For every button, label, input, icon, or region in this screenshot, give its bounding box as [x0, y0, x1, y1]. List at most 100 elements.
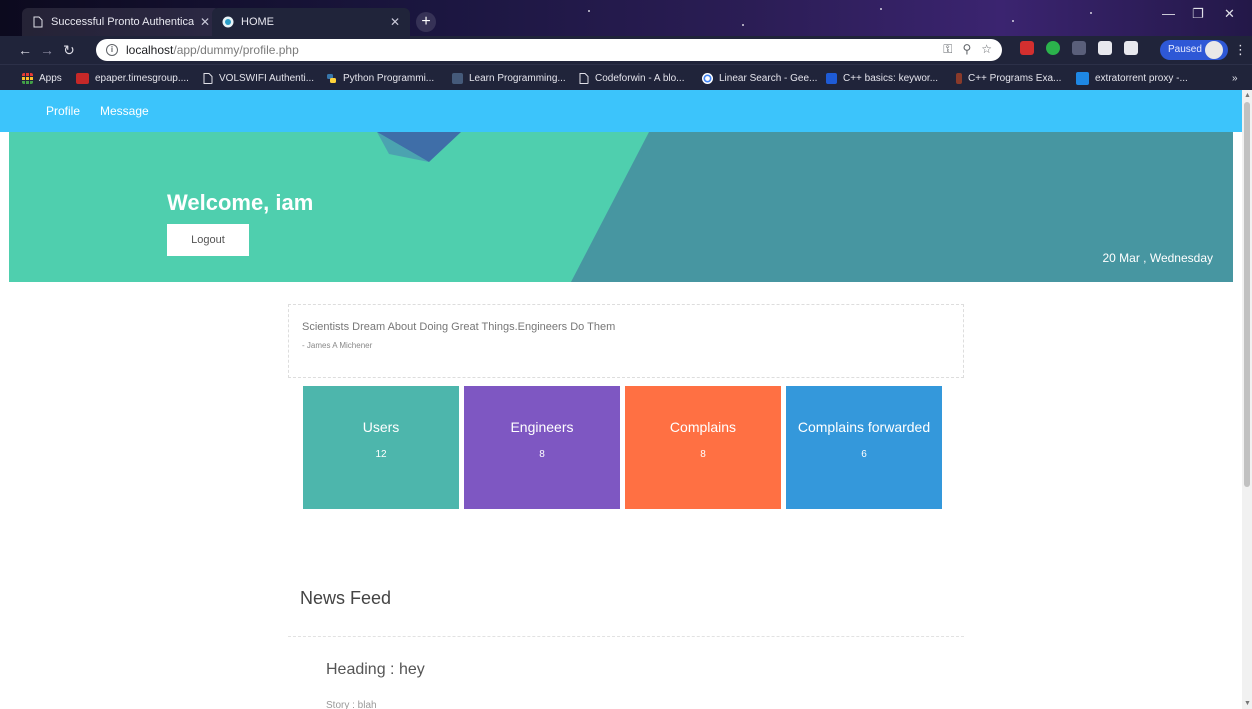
close-tab-icon[interactable]: ✕	[200, 15, 210, 29]
stat-label: Complains	[669, 419, 737, 435]
tab-title: HOME	[241, 16, 274, 28]
bookmark-label: Codeforwin - A blo...	[595, 72, 685, 84]
top-navbar: Profile Message	[0, 90, 1242, 132]
news-item-story: Story : blah	[326, 700, 377, 709]
new-tab-button[interactable]: +	[416, 12, 436, 32]
epaper-icon	[76, 72, 89, 84]
bookmark-label: VOLSWIFI Authenti...	[219, 72, 315, 84]
python-icon	[327, 73, 336, 83]
scroll-up-icon[interactable]: ▲	[1244, 92, 1251, 99]
bookmark-label: extratorrent proxy -...	[1095, 72, 1188, 84]
stat-card-users[interactable]: Users 12	[303, 386, 459, 509]
grammarly-extension-icon[interactable]	[1046, 41, 1060, 55]
learn-icon	[452, 72, 463, 84]
stat-value: 8	[700, 449, 706, 460]
scroll-down-icon[interactable]: ▼	[1244, 700, 1251, 707]
bookmark-cpp-programs[interactable]: C++ Programs Exa...	[956, 65, 1061, 91]
bookmark-label: Apps	[39, 72, 62, 84]
nav-item-message[interactable]: Message	[100, 104, 149, 118]
background-star	[880, 8, 882, 10]
extension-icon[interactable]	[1072, 41, 1086, 55]
menu-kebab-icon[interactable]: ⋮	[1234, 42, 1247, 58]
bookmarks-overflow-button[interactable]: »	[1232, 65, 1238, 91]
bookmark-linear-search[interactable]: Linear Search - Gee...	[702, 65, 817, 91]
logout-button[interactable]: Logout	[167, 224, 249, 256]
page-icon	[203, 72, 213, 84]
bookmark-label: C++ basics: keywor...	[843, 72, 939, 84]
stat-value: 8	[539, 449, 545, 460]
stat-card-engineers[interactable]: Engineers 8	[464, 386, 620, 509]
restore-icon[interactable]: ❐	[1192, 6, 1204, 22]
quote-text: Scientists Dream About Doing Great Thing…	[302, 321, 616, 333]
forward-arrow-icon[interactable]: →	[36, 42, 58, 58]
bookmark-label: C++ Programs Exa...	[968, 72, 1062, 84]
url-host: localhost	[126, 43, 174, 57]
site-favicon-icon	[222, 16, 234, 28]
bookmark-epaper[interactable]: epaper.timesgroup....	[76, 65, 189, 91]
avatar[interactable]	[1205, 41, 1223, 59]
info-icon[interactable]: i	[106, 44, 118, 56]
be-icon	[826, 72, 837, 84]
stat-label: Engineers	[510, 419, 574, 435]
news-feed-title: News Feed	[300, 588, 392, 608]
browser-tab-home[interactable]: HOME ✕	[212, 8, 410, 36]
back-arrow-icon[interactable]: ←	[14, 42, 36, 58]
scrollbar-thumb[interactable]	[1244, 102, 1250, 487]
bookmark-python[interactable]: Python Programmi...	[326, 65, 434, 91]
welcome-heading: Welcome, iam	[167, 190, 314, 215]
bookmark-codeforwin[interactable]: Codeforwin - A blo...	[578, 65, 685, 91]
pdf-extension-icon[interactable]	[1020, 41, 1034, 55]
bookmark-star-icon[interactable]: ☆	[981, 42, 992, 57]
address-bar-actions: ⚿ ⚲ ☆	[943, 42, 992, 57]
zoom-icon[interactable]: ⚲	[962, 42, 971, 57]
close-window-icon[interactable]: ✕	[1224, 6, 1235, 22]
address-bar[interactable]: i localhost/app/dummy/profile.php ⚿ ⚲ ☆	[96, 39, 1002, 61]
is-icon	[1076, 71, 1089, 85]
quote-author: - James A Michener	[302, 341, 373, 350]
stat-value: 12	[375, 449, 387, 460]
bookmark-extratorrent[interactable]: extratorrent proxy -...	[1076, 65, 1188, 91]
page-scrollbar[interactable]: ▲ ▼	[1242, 90, 1252, 709]
cpp-icon	[956, 72, 962, 84]
extension-icon[interactable]	[1124, 41, 1138, 55]
bookmarks-bar: Apps epaper.timesgroup.... VOLSWIFI Auth…	[0, 64, 1252, 90]
browser-tab-strip: Successful Pronto Authentication ✕ HOME …	[0, 0, 1252, 36]
stat-card-complains-forwarded[interactable]: Complains forwarded 6	[786, 386, 942, 509]
apps-grid-icon	[22, 72, 33, 84]
bookmark-learn-programming[interactable]: Learn Programming...	[452, 65, 566, 91]
extension-icon[interactable]	[1098, 41, 1112, 55]
stat-label: Complains forwarded	[797, 419, 931, 435]
quote-card: Scientists Dream About Doing Great Thing…	[288, 304, 964, 378]
background-star	[1012, 20, 1014, 22]
stat-card-complains[interactable]: Complains 8	[625, 386, 781, 509]
close-tab-icon[interactable]: ✕	[390, 15, 400, 29]
reload-icon[interactable]: ↻	[58, 42, 80, 59]
tab-title: Successful Pronto Authentication	[51, 16, 194, 28]
key-icon[interactable]: ⚿	[943, 42, 952, 57]
bookmark-label: Learn Programming...	[469, 72, 566, 84]
page-viewport: Profile Message Welcome, iam Logout 20 M…	[0, 90, 1242, 709]
nav-item-profile[interactable]: Profile	[46, 104, 80, 118]
browser-tab-pronto[interactable]: Successful Pronto Authentication ✕	[22, 8, 220, 36]
background-star	[1090, 12, 1092, 14]
news-item-heading: Heading : hey	[326, 661, 425, 678]
browser-toolbar: ← → ↻ i localhost/app/dummy/profile.php …	[0, 36, 1252, 64]
bookmark-label: Linear Search - Gee...	[719, 72, 818, 84]
bookmark-cpp-basics[interactable]: C++ basics: keywor...	[826, 65, 938, 91]
page-icon	[33, 16, 43, 28]
bookmark-apps[interactable]: Apps	[22, 65, 62, 91]
news-divider	[288, 636, 964, 637]
hero-banner: Welcome, iam Logout 20 Mar , Wednesday	[9, 132, 1233, 282]
current-date: 20 Mar , Wednesday	[1102, 251, 1213, 265]
stat-label: Users	[362, 419, 400, 435]
bookmark-label: Python Programmi...	[343, 72, 435, 84]
stat-value: 6	[861, 449, 867, 460]
url-path: /app/dummy/profile.php	[173, 43, 299, 57]
background-star	[742, 24, 744, 26]
chevron-double-right-icon: »	[1232, 72, 1238, 84]
bookmark-label: epaper.timesgroup....	[95, 72, 189, 84]
page-icon	[579, 72, 589, 84]
bookmark-volswifi[interactable]: VOLSWIFI Authenti...	[202, 65, 314, 91]
background-star	[588, 10, 590, 12]
minimize-icon[interactable]: —	[1162, 6, 1175, 21]
